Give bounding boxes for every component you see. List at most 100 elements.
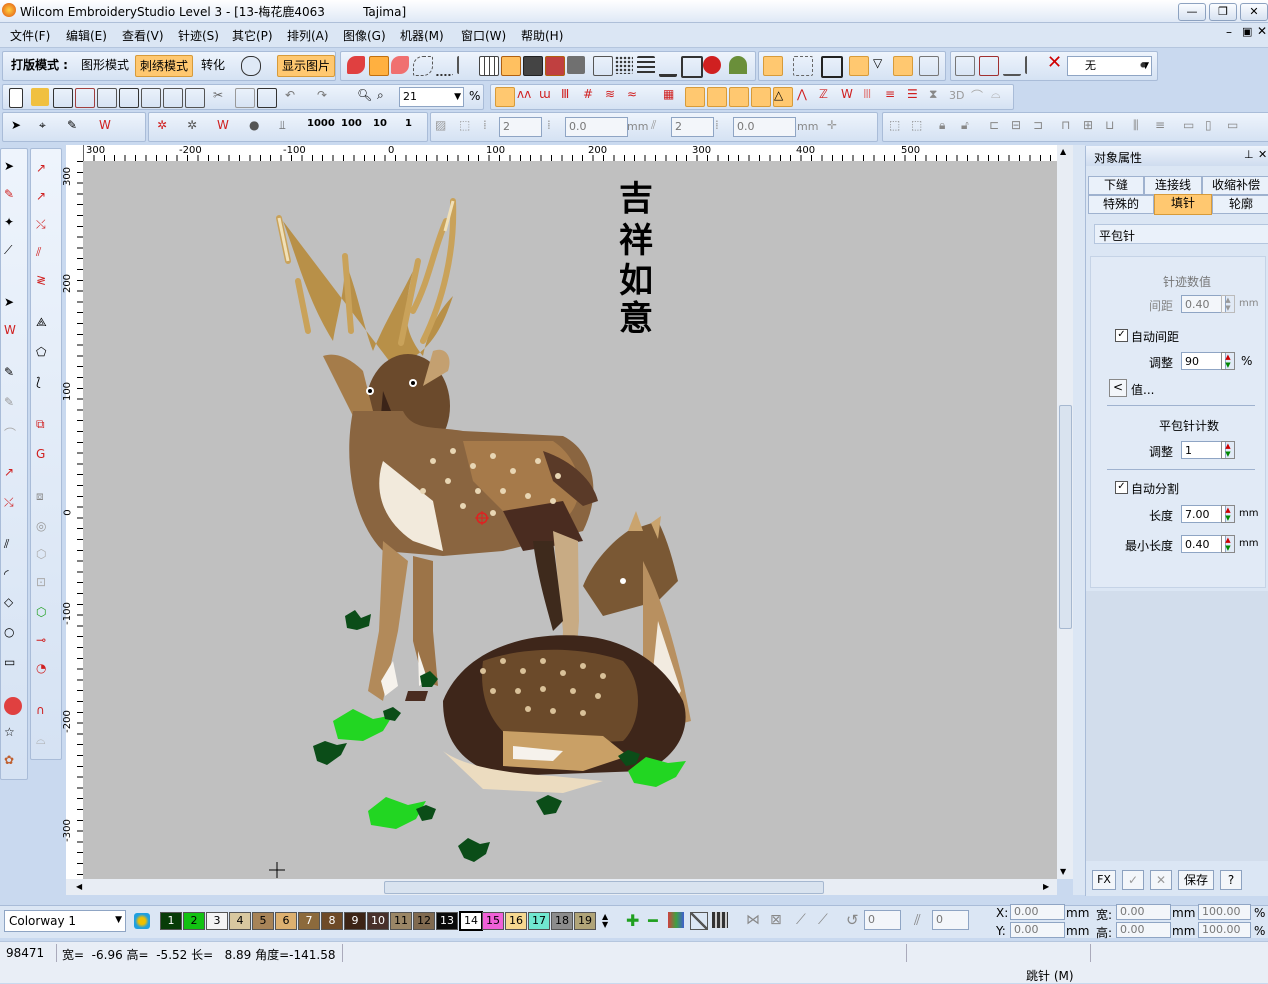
lock-icon[interactable]: 🔒︎ — [939, 118, 957, 136]
zoom-box-icon[interactable]: 🔍︎ — [357, 88, 375, 106]
auto-split-checkbox[interactable]: ✓ — [1115, 481, 1128, 494]
grid-fill-icon[interactable] — [501, 56, 521, 76]
arch-tool-icon[interactable]: ∩ — [36, 703, 54, 721]
stripes-icon[interactable]: ≡ — [885, 87, 903, 105]
slant-input[interactable]: 0 — [932, 910, 969, 930]
motif-icon[interactable] — [685, 87, 705, 107]
align-right-icon[interactable]: ⊐ — [1033, 118, 1051, 136]
print-icon[interactable] — [119, 88, 139, 108]
panel-splitter[interactable] — [1073, 145, 1085, 895]
color-swatch[interactable]: 9 — [344, 912, 366, 930]
color-swatch[interactable]: 18 — [551, 912, 573, 930]
rotate-input[interactable]: 0 — [864, 910, 901, 930]
height-input[interactable]: 0.00 — [1116, 922, 1171, 938]
color-swatch[interactable]: 13 — [436, 912, 458, 930]
restore-button[interactable]: ❐ — [1209, 3, 1237, 21]
network-icon[interactable] — [593, 56, 613, 76]
lattice-icon[interactable]: ℤ — [819, 87, 837, 105]
tab-underlay[interactable]: 下缝 — [1088, 176, 1144, 195]
scroll-down-icon[interactable]: ▼ — [1060, 867, 1066, 876]
height-pct-input[interactable]: 100.00 — [1198, 922, 1251, 938]
align-center-icon[interactable]: ⊟ — [1011, 118, 1029, 136]
arc-dim-icon[interactable]: ⌒ — [4, 425, 22, 443]
path-icon[interactable] — [1003, 56, 1021, 76]
checkmark-icon[interactable] — [185, 88, 205, 108]
color-swatch[interactable]: 2 — [183, 912, 205, 930]
zoom-icon[interactable]: ⌕ — [377, 88, 395, 106]
peak-icon[interactable]: ⋀ — [797, 87, 815, 105]
rows-input[interactable]: 2 — [499, 117, 542, 137]
tab-pull-compensation[interactable]: 收缩补偿 — [1202, 176, 1268, 195]
close-button[interactable]: ✕ — [1240, 3, 1268, 21]
design-canvas[interactable]: 吉 祥 如 意 — [83, 161, 1057, 879]
same-size-icon[interactable]: ▭ — [1183, 118, 1201, 136]
cancel-button[interactable]: ✕ — [1150, 870, 1172, 890]
reference-point-icon[interactable]: ✛ — [827, 118, 845, 136]
values-arrow-button[interactable]: < — [1109, 379, 1127, 397]
grid-red-icon[interactable]: ▦ — [663, 87, 681, 105]
travel-penetration-icon[interactable]: ⫫ — [279, 118, 297, 136]
count-adjust-input[interactable]: 1 — [1181, 441, 1226, 459]
stitch-edit-icon[interactable]: W — [99, 118, 117, 136]
magic-select-icon[interactable]: ✦ — [4, 215, 22, 233]
tab-outline[interactable]: 轮廓 — [1212, 195, 1268, 214]
pin-icon[interactable]: ⊥ — [1244, 148, 1254, 161]
checkbox-icon[interactable] — [821, 56, 843, 78]
distribute-h-icon[interactable]: ⫼ — [1133, 118, 1151, 136]
spinner-arrows-icon[interactable]: ▲ ▼ — [1221, 505, 1235, 523]
export-icon[interactable] — [97, 88, 117, 108]
scroll-left-icon[interactable]: ◀ — [76, 882, 82, 891]
stitch-type-select[interactable]: 平包针 — [1094, 224, 1268, 244]
polygon-select-icon[interactable]: ✎ — [4, 187, 22, 205]
cut-icon[interactable]: ✂ — [213, 88, 231, 106]
col-gap-icon[interactable]: ⁞ — [715, 118, 733, 136]
ungroup-icon[interactable]: ⬚ — [911, 118, 929, 136]
color-swatch[interactable]: 7 — [298, 912, 320, 930]
fill-leaf-icon[interactable] — [391, 56, 409, 74]
align-bottom-icon[interactable]: ⊔ — [1105, 118, 1123, 136]
comb-icon[interactable] — [659, 56, 677, 77]
align-left-icon[interactable]: ⊏ — [989, 118, 1007, 136]
travel-icon[interactable]: ✲ — [157, 118, 175, 136]
monogram-icon[interactable]: ⊡ — [36, 575, 54, 593]
reshape-arrow-icon[interactable]: ⌖ — [39, 118, 57, 136]
color-swatch[interactable]: 19 — [574, 912, 596, 930]
hash-icon[interactable]: # — [583, 87, 601, 105]
mdi-minimize-icon[interactable]: – — [1226, 25, 1232, 39]
flat-icon[interactable]: W — [841, 87, 859, 105]
zigzag-tool-icon[interactable]: ≷ — [36, 273, 54, 291]
color-swatch[interactable]: 4 — [229, 912, 251, 930]
circle-red-icon[interactable] — [4, 697, 22, 715]
trapunto-icon[interactable] — [751, 87, 771, 107]
mirror-icon[interactable]: ⋈ — [746, 912, 760, 928]
applique-icon[interactable]: ◎ — [36, 519, 54, 537]
pen-icon[interactable] — [1025, 56, 1045, 74]
stitch-select-icon[interactable] — [849, 56, 869, 76]
point-select-icon[interactable]: ⟋ — [4, 243, 22, 261]
travel-color-icon[interactable]: W — [217, 118, 235, 136]
values-button[interactable]: 值... — [1131, 381, 1154, 398]
run-1-icon[interactable]: ↗ — [4, 465, 22, 483]
satin-icon[interactable]: ɯ — [539, 87, 557, 105]
color-swatch[interactable]: 11 — [390, 912, 412, 930]
tree-icon[interactable] — [729, 56, 747, 74]
group-icon[interactable]: ⬚ — [889, 118, 907, 136]
complex-fill-icon[interactable]: ⧉ — [36, 417, 54, 435]
frame-icon[interactable] — [681, 56, 703, 78]
spacing-icon[interactable]: ⁞ — [547, 118, 565, 136]
skew-2-icon[interactable]: ⟋ — [818, 912, 828, 928]
open-folder-icon[interactable] — [31, 88, 49, 106]
y-input[interactable]: 0.00 — [1010, 922, 1065, 938]
grid-icon[interactable] — [479, 56, 499, 76]
same-height-icon[interactable]: ▭ — [1227, 118, 1245, 136]
node-edit-icon[interactable] — [955, 56, 975, 76]
fill-wave-icon[interactable]: ≈ — [627, 87, 645, 105]
column-b-icon[interactable]: ⬠ — [36, 345, 54, 363]
menu-view[interactable]: 查看(V) — [122, 27, 164, 44]
color-swatch[interactable]: 10 — [367, 912, 389, 930]
auto-spacing-checkbox[interactable]: ✓ — [1115, 329, 1128, 342]
satin-line-icon[interactable]: ⫽ — [36, 245, 54, 263]
scroll-thumb-v[interactable] — [1059, 405, 1072, 629]
travel-object-icon[interactable]: ✲ — [187, 118, 205, 136]
emboss-icon[interactable]: ⌒ — [971, 87, 989, 105]
